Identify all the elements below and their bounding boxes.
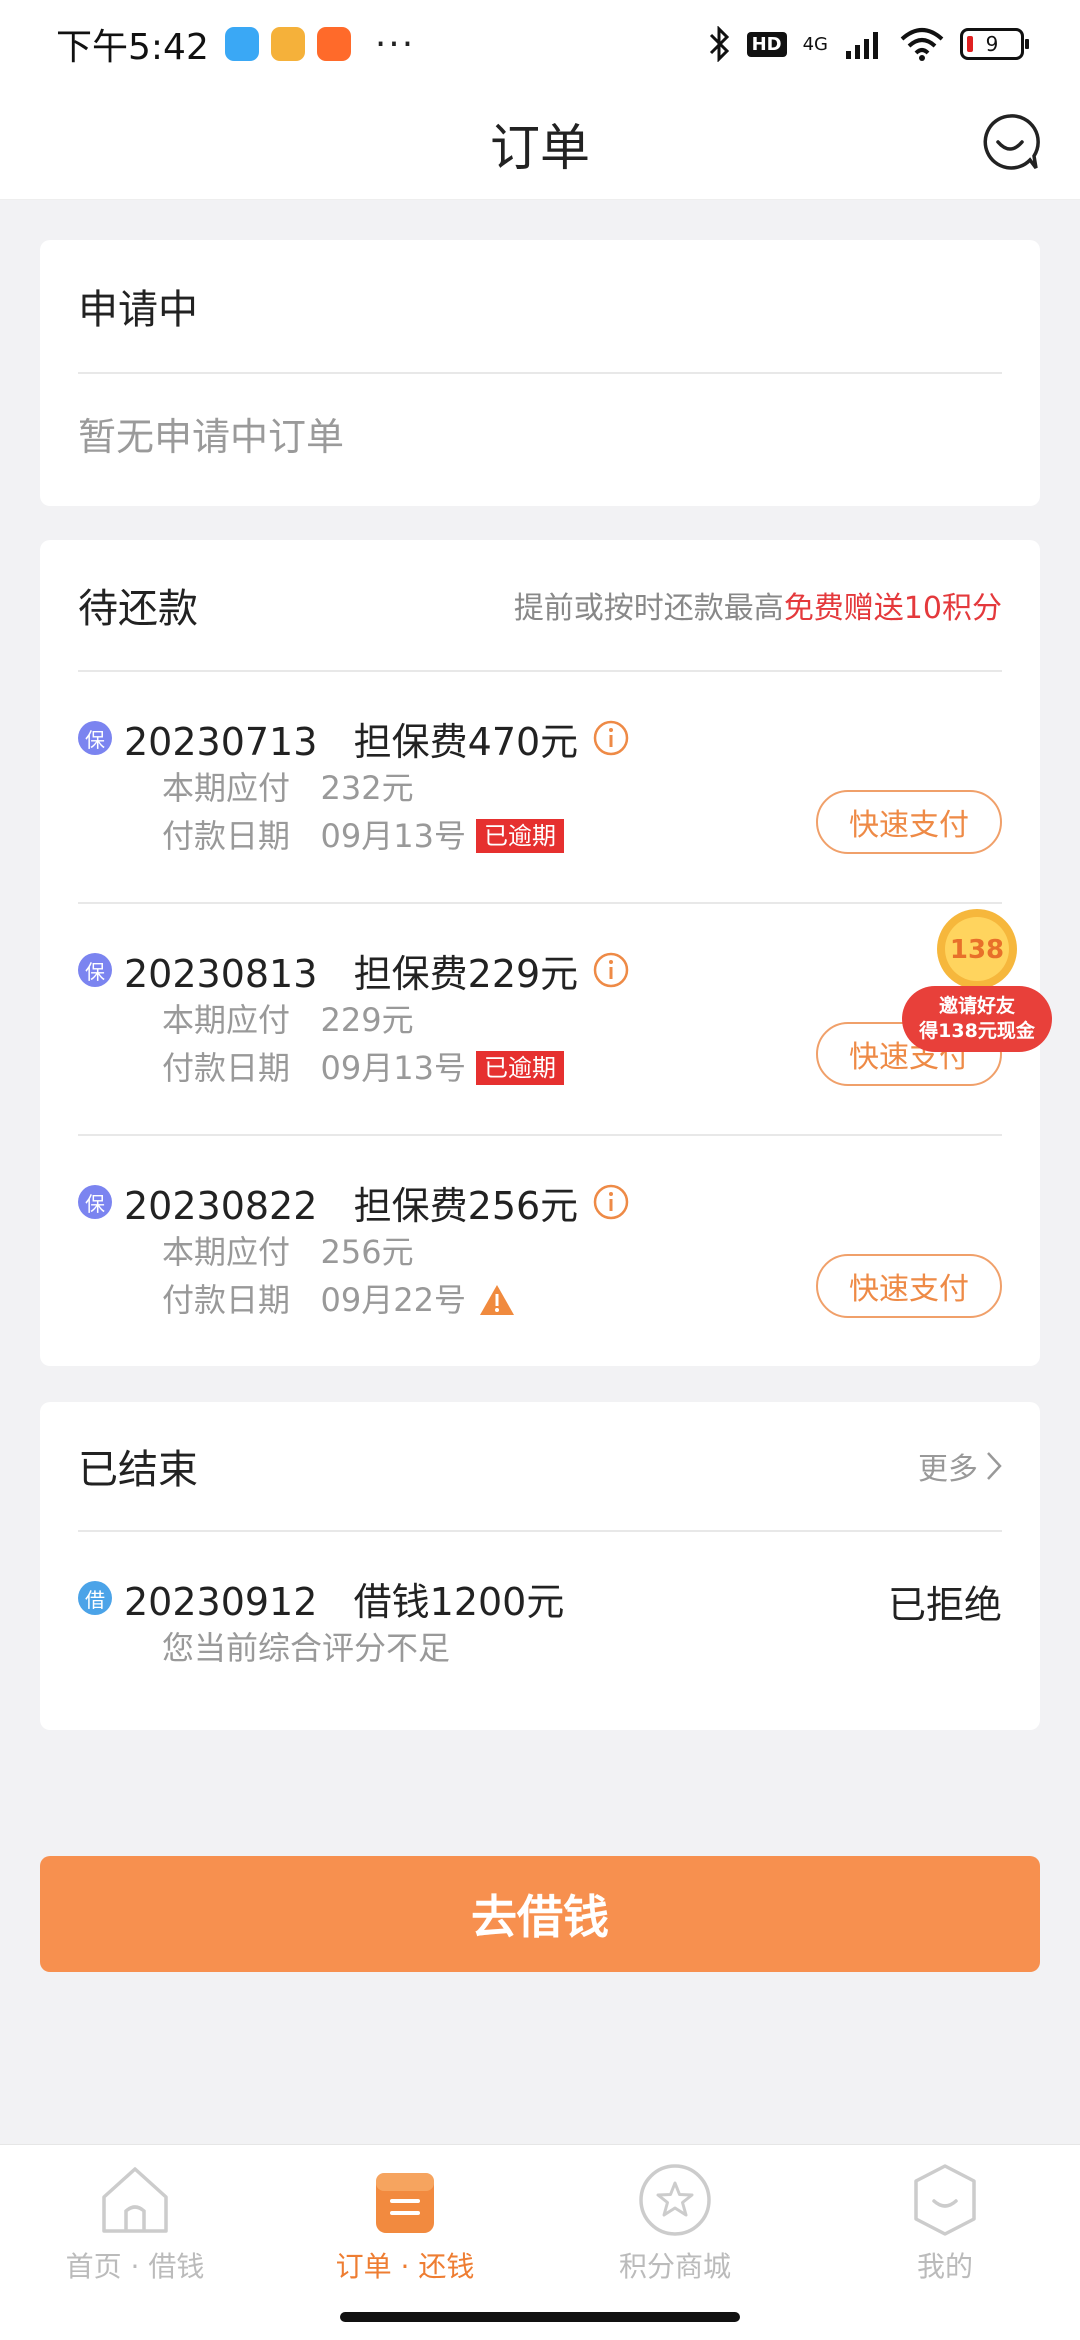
tab-profile[interactable]: 我的 bbox=[810, 2145, 1080, 2340]
pending-order: 保 20230713 担保费470元 本期应付 232元 付款日期 09月13号… bbox=[40, 672, 1040, 902]
status-indicators: HD 4G 9 bbox=[707, 26, 1029, 62]
finished-order: 借 20230912 借钱1200元 您当前综合评分不足 已拒绝 bbox=[40, 1532, 1040, 1728]
order-date: 付款日期 09月13号 bbox=[162, 817, 466, 855]
finished-title: 已结束 bbox=[78, 1447, 198, 1493]
points-note-highlight: 免费赠送10积分 bbox=[783, 591, 1002, 626]
order-title: 20230713 担保费470元 bbox=[124, 719, 579, 764]
pending-card: 待还款 提前或按时还款最高免费赠送10积分 保 20230713 担保费470元… bbox=[40, 540, 1040, 1366]
signal-icon bbox=[846, 32, 878, 59]
order-title: 20230813 担保费229元 bbox=[124, 951, 579, 996]
home-indicator[interactable] bbox=[340, 2312, 740, 2322]
quick-pay-button[interactable]: 快速支付 bbox=[816, 790, 1002, 854]
tab-label: 首页 · 借钱 bbox=[65, 2250, 205, 2283]
battery-icon: 9 bbox=[960, 28, 1029, 60]
status-bar: 下午5:42 ··· HD 4G 9 bbox=[0, 0, 1080, 88]
home-icon bbox=[102, 2167, 168, 2233]
applying-title: 申请中 bbox=[78, 287, 198, 333]
tab-orders[interactable]: 订单 · 还钱 bbox=[270, 2145, 540, 2340]
applying-card: 申请中 暂无申请中订单 bbox=[40, 240, 1040, 506]
pending-order: 保 20230822 担保费256元 本期应付 256元 付款日期 09月22号… bbox=[40, 1136, 1040, 1366]
guarantee-tag-icon: 保 bbox=[78, 721, 112, 755]
quick-pay-button[interactable]: 快速支付 bbox=[816, 1254, 1002, 1318]
chevron-right-icon bbox=[987, 1452, 1002, 1480]
page-title: 订单 bbox=[490, 118, 590, 177]
more-label: 更多 bbox=[918, 1452, 978, 1487]
order-title: 20230912 借钱1200元 bbox=[124, 1579, 565, 1624]
loan-tag-icon: 借 bbox=[78, 1581, 112, 1615]
app-notification-icon bbox=[270, 27, 305, 61]
tab-label: 我的 bbox=[916, 2250, 973, 2283]
guarantee-tag-icon: 保 bbox=[78, 1185, 112, 1219]
points-note: 提前或按时还款最高免费赠送10积分 bbox=[514, 583, 1002, 627]
applying-empty-text: 暂无申请中订单 bbox=[78, 415, 345, 459]
order-title: 20230822 担保费256元 bbox=[124, 1183, 579, 1228]
order-date: 付款日期 09月13号 bbox=[162, 1049, 466, 1087]
pending-header: 待还款 提前或按时还款最高免费赠送10积分 bbox=[40, 540, 1040, 670]
borrow-button[interactable]: 去借钱 bbox=[40, 1856, 1040, 1972]
more-notifications-icon: ··· bbox=[374, 23, 416, 65]
info-icon[interactable] bbox=[592, 951, 630, 989]
pending-title: 待还款 bbox=[78, 586, 198, 632]
pending-order: 保 20230813 担保费229元 本期应付 229元 付款日期 09月13号… bbox=[40, 904, 1040, 1134]
finished-header: 已结束 更多 bbox=[40, 1402, 1040, 1530]
status-time: 下午5:42 bbox=[56, 27, 209, 68]
customer-service-icon[interactable] bbox=[980, 112, 1040, 172]
finished-card: 已结束 更多 借 20230912 借钱1200元 您当前综合评分不足 已拒绝 bbox=[40, 1402, 1040, 1730]
order-date: 付款日期 09月22号 bbox=[162, 1281, 466, 1319]
points-note-text: 提前或按时还款最高 bbox=[513, 591, 784, 626]
app-notification-icon bbox=[224, 27, 259, 61]
info-icon[interactable] bbox=[592, 1183, 630, 1221]
overdue-badge: 已逾期 bbox=[475, 819, 564, 853]
promo-line2: 得138元现金 bbox=[919, 1020, 1035, 1042]
promo-line1: 邀请好友 bbox=[938, 995, 1015, 1017]
profile-icon bbox=[914, 2164, 976, 2236]
more-link[interactable]: 更多 bbox=[918, 1444, 1002, 1488]
warning-icon bbox=[479, 1285, 514, 1315]
order-reason: 您当前综合评分不足 bbox=[162, 1629, 451, 1667]
tab-label: 积分商城 bbox=[618, 2250, 731, 2283]
hd-icon: HD bbox=[746, 31, 787, 57]
bottom-tab-bar: 首页 · 借钱 订单 · 还钱 积分商城 我的 bbox=[0, 2144, 1080, 2340]
nav-bar: 订单 bbox=[0, 88, 1080, 200]
bluetooth-icon bbox=[709, 26, 729, 62]
coin-icon: 138 bbox=[937, 909, 1017, 989]
order-status: 已拒绝 bbox=[887, 1583, 1002, 1627]
applying-header: 申请中 bbox=[40, 240, 1040, 372]
network-label: 4G bbox=[802, 33, 828, 55]
taobao-icon bbox=[316, 27, 351, 61]
order-icon bbox=[376, 2173, 434, 2233]
tab-home[interactable]: 首页 · 借钱 bbox=[0, 2145, 270, 2340]
wifi-icon bbox=[900, 28, 944, 61]
battery-level: 9 bbox=[985, 32, 999, 56]
info-icon[interactable] bbox=[592, 719, 630, 757]
star-icon bbox=[639, 2164, 711, 2236]
invite-promo-float[interactable]: 138 邀请好友 得138元现金 bbox=[902, 900, 1052, 1052]
promo-label: 邀请好友 得138元现金 bbox=[902, 986, 1052, 1052]
promo-coin-value: 138 bbox=[950, 935, 1004, 965]
tab-label: 订单 · 还钱 bbox=[335, 2250, 475, 2283]
tab-points-mall[interactable]: 积分商城 bbox=[540, 2145, 810, 2340]
overdue-badge: 已逾期 bbox=[475, 1051, 564, 1085]
guarantee-tag-icon: 保 bbox=[78, 953, 112, 987]
